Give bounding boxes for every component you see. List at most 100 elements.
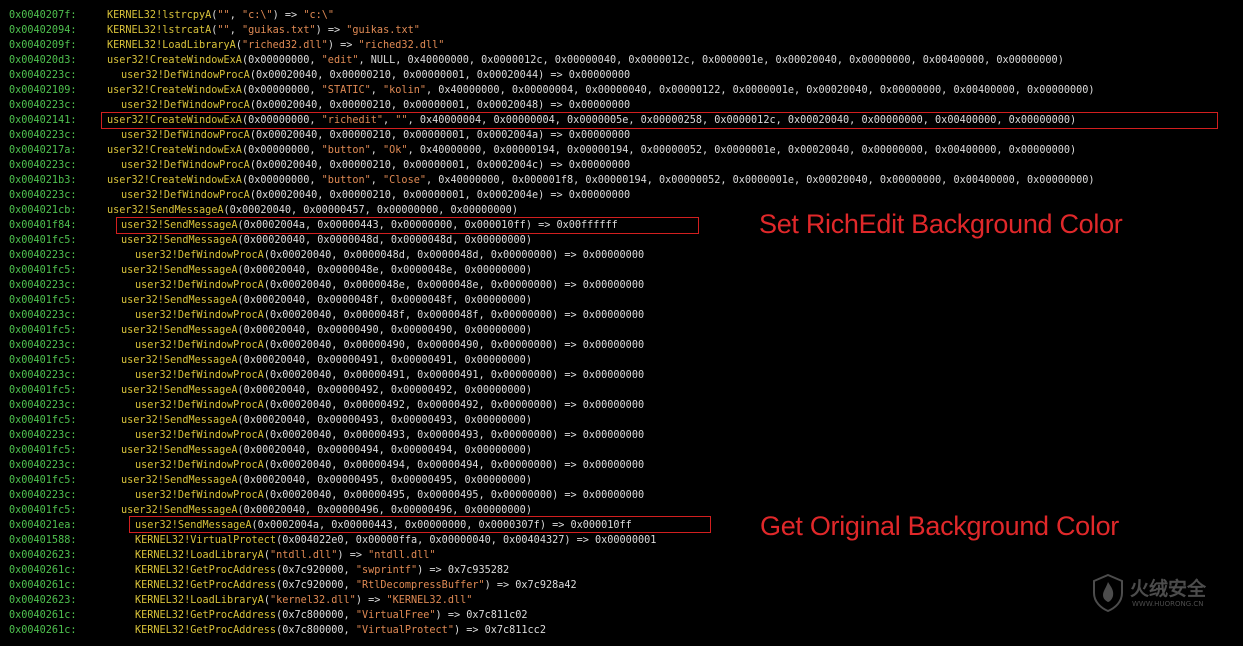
trace-function: user32!CreateWindowExA (107, 145, 242, 156)
trace-arguments: ("ntdll.dll") => "ntdll.dll" (263, 550, 436, 561)
huorong-watermark: 火绒安全 WWW.HUORONG.CN (1092, 574, 1232, 614)
trace-call: user32!CreateWindowExA(0x00000000, "edit… (107, 53, 1064, 68)
trace-arguments: (0x00020040, 0x00000491, 0x00000491, 0x0… (263, 370, 645, 381)
trace-function: KERNEL32!LoadLibraryA (107, 40, 236, 51)
trace-address: 0x0040223c: (9, 310, 77, 321)
watermark-text: 火绒安全 (1130, 578, 1207, 600)
trace-arguments: (0x00020040, 0x00000457, 0x00000000, 0x0… (223, 205, 518, 216)
trace-arguments: (0x00020040, 0x00000495, 0x00000495, 0x0… (237, 475, 532, 486)
trace-address: 0x0040223c: (9, 250, 77, 261)
trace-arguments: (0x00020040, 0x00000210, 0x00000001, 0x0… (249, 130, 631, 141)
trace-function: KERNEL32!LoadLibraryA (135, 550, 264, 561)
trace-call: user32!SendMessageA(0x00020040, 0x000004… (121, 293, 532, 308)
trace-call: user32!CreateWindowExA(0x00000000, "butt… (107, 173, 1095, 188)
trace-call: user32!CreateWindowExA(0x00000000, "butt… (107, 143, 1076, 158)
trace-address: 0x00401fc5: (9, 325, 77, 336)
trace-address: 0x00402141: (9, 115, 77, 126)
string-literal: "KERNEL32.dll" (386, 595, 473, 606)
trace-arguments: ("kernel32.dll") => "KERNEL32.dll" (263, 595, 473, 606)
trace-function: user32!CreateWindowExA (107, 55, 242, 66)
trace-function: user32!SendMessageA (107, 205, 224, 216)
trace-call: user32!DefWindowProcA(0x00020040, 0x0000… (135, 398, 644, 413)
trace-call: KERNEL32!GetProcAddress(0x7c920000, "swp… (135, 563, 509, 578)
trace-function: user32!SendMessageA (121, 415, 238, 426)
trace-address: 0x0040223c: (9, 70, 77, 81)
trace-address: 0x0040223c: (9, 100, 77, 111)
trace-function: user32!SendMessageA (121, 505, 238, 516)
trace-arguments: (0x004022e0, 0x00000ffa, 0x00000040, 0x0… (276, 535, 657, 546)
shield-logo-icon (1093, 574, 1123, 612)
string-literal: "VirtualProtect" (355, 625, 454, 636)
trace-address: 0x00401fc5: (9, 445, 77, 456)
trace-arguments: (0x7c800000, "VirtualFree") => 0x7c811c0… (276, 610, 528, 621)
trace-arguments: (0x00020040, 0x00000495, 0x00000495, 0x0… (263, 490, 645, 501)
trace-address: 0x0040223c: (9, 190, 77, 201)
trace-address: 0x00401fc5: (9, 415, 77, 426)
trace-call: user32!DefWindowProcA(0x00020040, 0x0000… (121, 128, 630, 143)
trace-arguments: (0x00020040, 0x00000210, 0x00000001, 0x0… (249, 70, 631, 81)
trace-call: KERNEL32!lstrcatA("", "guikas.txt") => "… (107, 23, 420, 38)
trace-function: KERNEL32!lstrcpyA (107, 10, 212, 21)
trace-function: KERNEL32!GetProcAddress (135, 580, 277, 591)
trace-call: user32!DefWindowProcA(0x00020040, 0x0000… (121, 188, 630, 203)
trace-address: 0x0040223c: (9, 460, 77, 471)
trace-function: user32!DefWindowProcA (135, 400, 264, 411)
trace-address: 0x0040223c: (9, 130, 77, 141)
trace-address: 0x00402623: (9, 595, 77, 606)
string-literal: "Close" (383, 175, 426, 186)
string-literal: "edit" (321, 55, 359, 66)
trace-address: 0x00401fc5: (9, 475, 77, 486)
trace-address: 0x004020d3: (9, 55, 77, 66)
trace-address: 0x0040261c: (9, 565, 77, 576)
string-literal: "Ok" (383, 145, 408, 156)
trace-call: KERNEL32!GetProcAddress(0x7c800000, "Vir… (135, 608, 528, 623)
trace-call: user32!SendMessageA(0x00020040, 0x000004… (121, 413, 532, 428)
trace-address: 0x0040261c: (9, 610, 77, 621)
trace-address: 0x004021cb: (9, 205, 77, 216)
trace-arguments: (0x00000000, "edit", NULL, 0x40000000, 0… (241, 55, 1064, 66)
trace-function: user32!DefWindowProcA (121, 190, 250, 201)
trace-function: user32!SendMessageA (121, 355, 238, 366)
trace-function: user32!CreateWindowExA (107, 175, 242, 186)
trace-function: user32!DefWindowProcA (121, 160, 250, 171)
trace-call: user32!SendMessageA(0x00020040, 0x000004… (121, 383, 532, 398)
trace-call: user32!DefWindowProcA(0x00020040, 0x0000… (135, 488, 644, 503)
trace-address: 0x004021b3: (9, 175, 77, 186)
trace-call: user32!SendMessageA(0x00020040, 0x000004… (107, 203, 518, 218)
trace-address: 0x0040209f: (9, 40, 77, 51)
trace-call: user32!SendMessageA(0x00020040, 0x000004… (121, 443, 532, 458)
trace-function: KERNEL32!GetProcAddress (135, 610, 277, 621)
trace-function: user32!SendMessageA (121, 385, 238, 396)
string-literal: "kernel32.dll" (269, 595, 356, 606)
trace-address: 0x00402094: (9, 25, 77, 36)
annotation-get-background: Get Original Background Color (760, 511, 1119, 541)
trace-arguments: (0x00020040, 0x00000492, 0x00000492, 0x0… (263, 400, 645, 411)
annotation-set-background: Set RichEdit Background Color (759, 209, 1123, 239)
trace-arguments: (0x00020040, 0x0000048f, 0x0000048f, 0x0… (263, 310, 645, 321)
trace-call: user32!DefWindowProcA(0x00020040, 0x0000… (121, 158, 630, 173)
trace-function: KERNEL32!LoadLibraryA (135, 595, 264, 606)
trace-function: user32!DefWindowProcA (135, 460, 264, 471)
trace-address: 0x0040223c: (9, 160, 77, 171)
trace-arguments: (0x00020040, 0x00000491, 0x00000491, 0x0… (237, 355, 532, 366)
string-literal: "guikas.txt" (346, 25, 420, 36)
trace-arguments: (0x7c920000, "RtlDecompressBuffer") => 0… (276, 580, 577, 591)
trace-arguments: (0x7c920000, "swprintf") => 0x7c935282 (276, 565, 510, 576)
trace-address: 0x00401588: (9, 535, 77, 546)
trace-call: user32!SendMessageA(0x00020040, 0x000004… (121, 323, 532, 338)
trace-function: user32!CreateWindowExA (107, 85, 242, 96)
trace-arguments: (0x00020040, 0x00000494, 0x00000494, 0x0… (237, 445, 532, 456)
trace-address: 0x00401fc5: (9, 265, 77, 276)
string-literal: "riched32.dll" (358, 40, 445, 51)
trace-function: user32!SendMessageA (121, 265, 238, 276)
trace-arguments: (0x00020040, 0x00000496, 0x00000496, 0x0… (237, 505, 532, 516)
highlight-box-get-background (129, 516, 711, 533)
trace-call: user32!DefWindowProcA(0x00020040, 0x0000… (135, 308, 644, 323)
trace-call: user32!SendMessageA(0x00020040, 0x000004… (121, 353, 532, 368)
string-literal: "ntdll.dll" (269, 550, 338, 561)
trace-address: 0x00402109: (9, 85, 77, 96)
trace-function: user32!DefWindowProcA (135, 280, 264, 291)
trace-address: 0x004021ea: (9, 520, 77, 531)
trace-function: KERNEL32!VirtualProtect (135, 535, 277, 546)
trace-call: KERNEL32!LoadLibraryA("riched32.dll") =>… (107, 38, 444, 53)
